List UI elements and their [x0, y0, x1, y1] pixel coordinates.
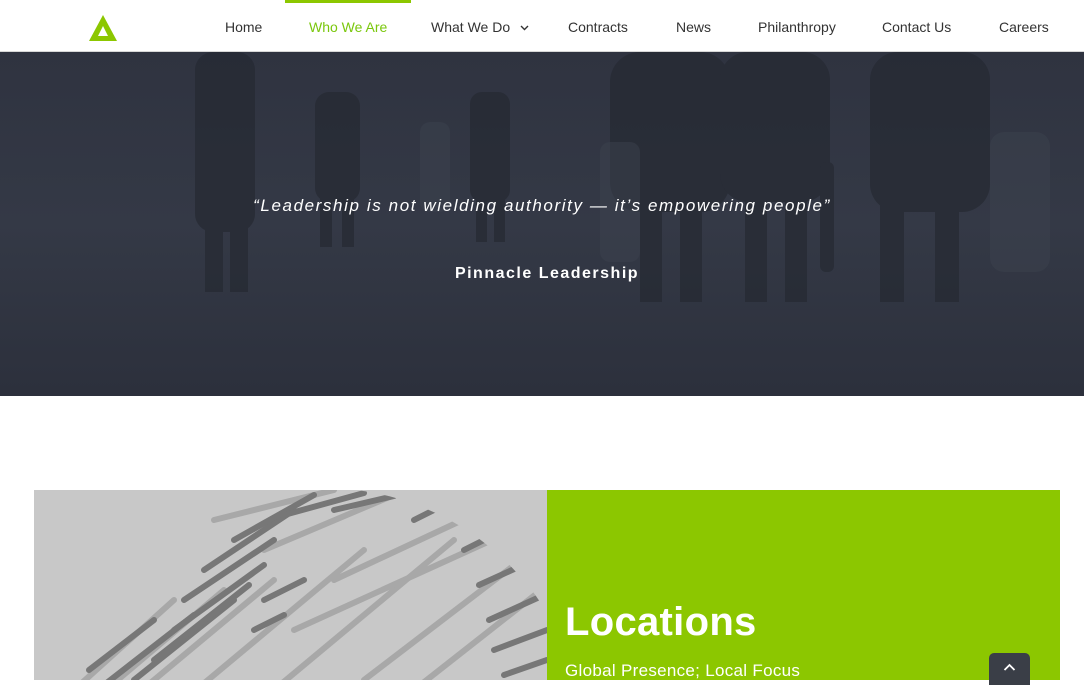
nav-who-we-are[interactable]: Who We Are	[284, 0, 412, 52]
locations-title: Locations	[565, 600, 757, 644]
walking-people-background	[195, 52, 1050, 302]
nav-contracts[interactable]: Contracts	[568, 0, 628, 52]
locations-panel: Locations Global Presence; Local Focus	[547, 490, 1060, 680]
nav-contact-us[interactable]: Contact Us	[882, 0, 951, 52]
hero-quote: “Leadership is not wielding authority — …	[253, 196, 831, 215]
site-header: Home Who We Are What We Do Contracts New…	[0, 0, 1084, 52]
scroll-to-top-button[interactable]	[989, 653, 1030, 685]
nav-what-we-do[interactable]: What We Do	[431, 0, 529, 52]
nav-what-we-do-label: What We Do	[431, 19, 511, 35]
chevron-up-icon	[1003, 663, 1016, 671]
globe-image	[34, 490, 547, 680]
hero-attribution: Pinnacle Leadership	[454, 265, 640, 282]
locations-subtitle: Global Presence; Local Focus	[565, 661, 801, 680]
globe-graphic	[71, 490, 547, 680]
hero-banner: “Leadership is not wielding authority — …	[0, 52, 1084, 396]
nav-philanthropy[interactable]: Philanthropy	[758, 0, 836, 52]
nav-home[interactable]: Home	[225, 0, 262, 52]
nav-careers[interactable]: Careers	[999, 0, 1049, 52]
nav-news[interactable]: News	[676, 0, 711, 52]
triangle-logo-icon[interactable]	[88, 14, 118, 42]
chevron-down-icon	[520, 25, 529, 31]
